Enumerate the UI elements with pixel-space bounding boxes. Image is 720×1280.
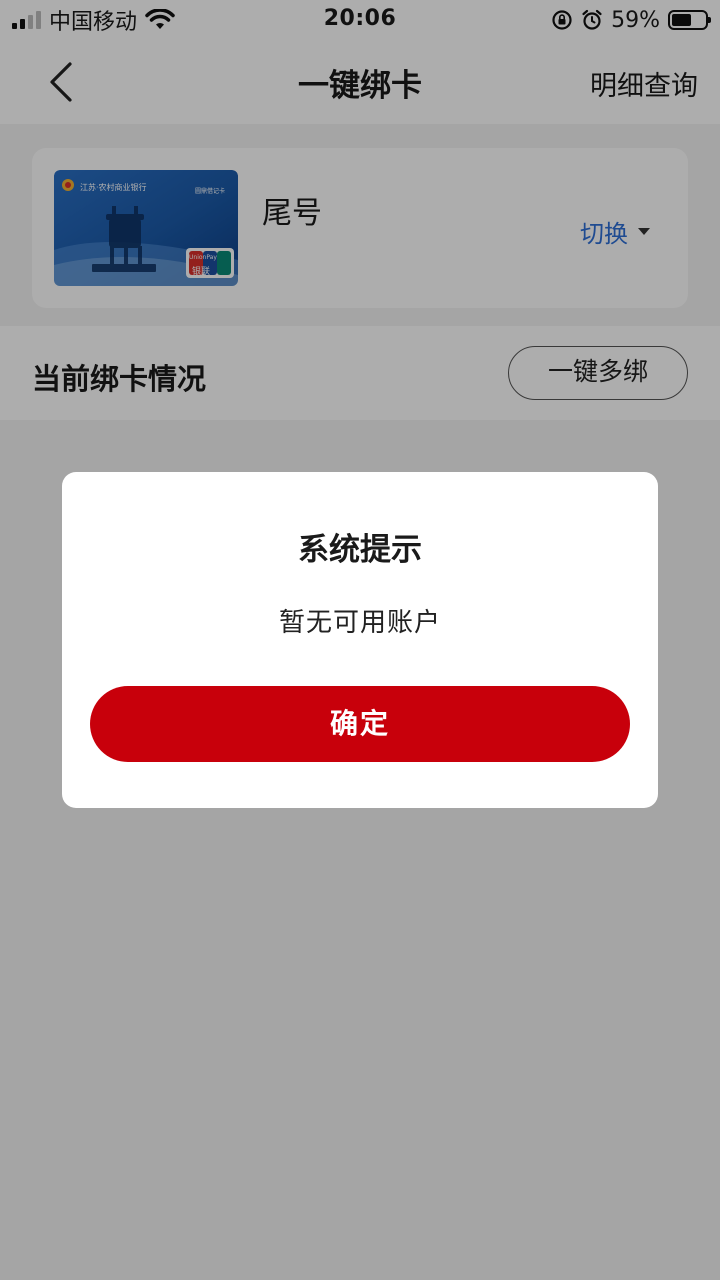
confirm-button[interactable]: 确定 bbox=[90, 686, 630, 762]
dialog-title: 系统提示 bbox=[298, 532, 422, 568]
system-alert-dialog: 系统提示 暂无可用账户 确定 bbox=[62, 472, 658, 808]
dialog-message: 暂无可用账户 bbox=[278, 608, 441, 638]
